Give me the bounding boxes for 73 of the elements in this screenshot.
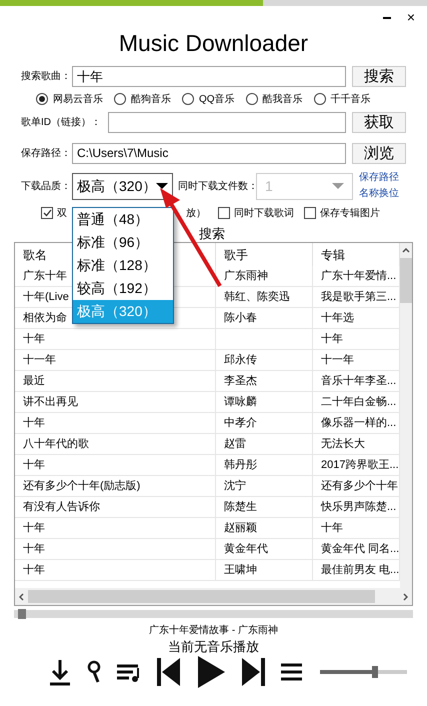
table-cell: 沈宁 — [216, 476, 313, 496]
table-cell: 中孝介 — [216, 413, 313, 433]
search-icon[interactable] — [86, 660, 102, 684]
scroll-thumb[interactable] — [28, 590, 375, 603]
table-cell: 讲不出再见 — [15, 392, 216, 412]
browse-button[interactable]: 浏览 — [352, 142, 406, 164]
column-header[interactable]: 歌手 — [216, 243, 313, 266]
download-icon[interactable] — [48, 658, 72, 686]
table-cell: 赵雷 — [216, 434, 313, 454]
table-cell: 十年 — [15, 539, 216, 559]
window-title: Music Downloader — [118, 29, 310, 58]
table-cell: 赵丽颖 — [216, 518, 313, 538]
scroll-left-icon[interactable] — [19, 592, 24, 600]
table-cell: 十年 — [15, 560, 216, 580]
option-checkbox[interactable]: 保存专辑图片 — [304, 206, 380, 220]
table-cell: 十年 — [15, 518, 216, 538]
check-icon — [42, 209, 52, 217]
scroll-thumb[interactable] — [400, 258, 412, 303]
table-cell: 韩丹彤 — [216, 455, 313, 475]
play-icon[interactable] — [196, 655, 226, 689]
field-label: 同时下载文件数： — [178, 180, 256, 194]
table-cell: 陈楚生 — [216, 497, 313, 517]
source-radio[interactable]: 网易云音乐 — [36, 92, 103, 106]
field-label: 保存路径： — [21, 146, 72, 160]
table-cell: 广东雨神 — [216, 266, 313, 286]
field-label: 歌单ID（链接）： — [21, 116, 102, 130]
table-cell: 十年 — [15, 455, 216, 475]
previous-icon[interactable] — [156, 657, 182, 687]
caret-icon — [332, 183, 344, 189]
save-path-field[interactable]: C:\Users\7\Music — [72, 142, 346, 164]
next-icon[interactable] — [240, 657, 266, 687]
swap-link[interactable]: 保存路径 — [359, 170, 399, 186]
table-cell: 最近 — [15, 371, 216, 391]
source-radio[interactable]: 千千音乐 — [314, 92, 371, 106]
table-cell: 王啸坤 — [216, 560, 313, 580]
source-radio[interactable]: 酷我音乐 — [246, 92, 303, 106]
source-radio[interactable]: QQ音乐 — [182, 92, 235, 106]
playlist-icon[interactable] — [116, 662, 142, 682]
playlist-id-field[interactable] — [108, 112, 346, 132]
status-text: 当前无音乐播放 — [167, 638, 260, 656]
table-cell: 十一年 — [15, 350, 216, 370]
scroll-up-icon[interactable] — [402, 248, 410, 253]
search-field[interactable]: 十年 — [72, 66, 346, 86]
fetch-button[interactable]: 获取 — [352, 112, 406, 132]
table-cell: 十年 — [15, 329, 216, 349]
quality-option[interactable]: 标准（96） — [73, 231, 173, 254]
table-cell: 邱永传 — [216, 350, 313, 370]
table-cell: 陈小春 — [216, 308, 313, 328]
close-button[interactable]: × — [406, 10, 415, 22]
swap-link[interactable]: 名称换位 — [359, 186, 399, 202]
vertical-scrollbar[interactable] — [400, 243, 412, 588]
table-cell: 谭咏麟 — [216, 392, 313, 412]
now-playing-text: 广东十年爱情故事 - 广东雨神 — [148, 624, 279, 637]
source-radio[interactable]: 酷狗音乐 — [114, 92, 171, 106]
minimize-button[interactable] — [382, 17, 391, 19]
table-cell: 十年 — [15, 413, 216, 433]
quality-option[interactable]: 普通（48） — [73, 208, 173, 231]
option-checkbox[interactable]: 双 — [41, 206, 67, 220]
field-label: 搜索歌曲： — [21, 70, 72, 84]
table-cell: 韩红、陈奕迅 — [216, 287, 313, 307]
progress-slider[interactable] — [14, 610, 413, 618]
list-search-button[interactable]: 搜索 — [199, 226, 225, 241]
horizontal-scrollbar[interactable] — [15, 588, 412, 605]
scroll-right-icon[interactable] — [403, 592, 408, 600]
option-checkbox[interactable]: 同时下载歌词 — [218, 206, 294, 220]
table-cell: 八十年代的歌 — [15, 434, 216, 454]
table-cell: 有没有人告诉你 — [15, 497, 216, 517]
field-label: 下载品质： — [21, 180, 72, 194]
table-cell: 黄金年代 — [216, 539, 313, 559]
option-label-tail: 放） — [186, 206, 206, 220]
table-cell: 李圣杰 — [216, 371, 313, 391]
table-cell: 还有多少个十年(励志版) — [15, 476, 216, 496]
search-button[interactable]: 搜索 — [352, 66, 406, 86]
